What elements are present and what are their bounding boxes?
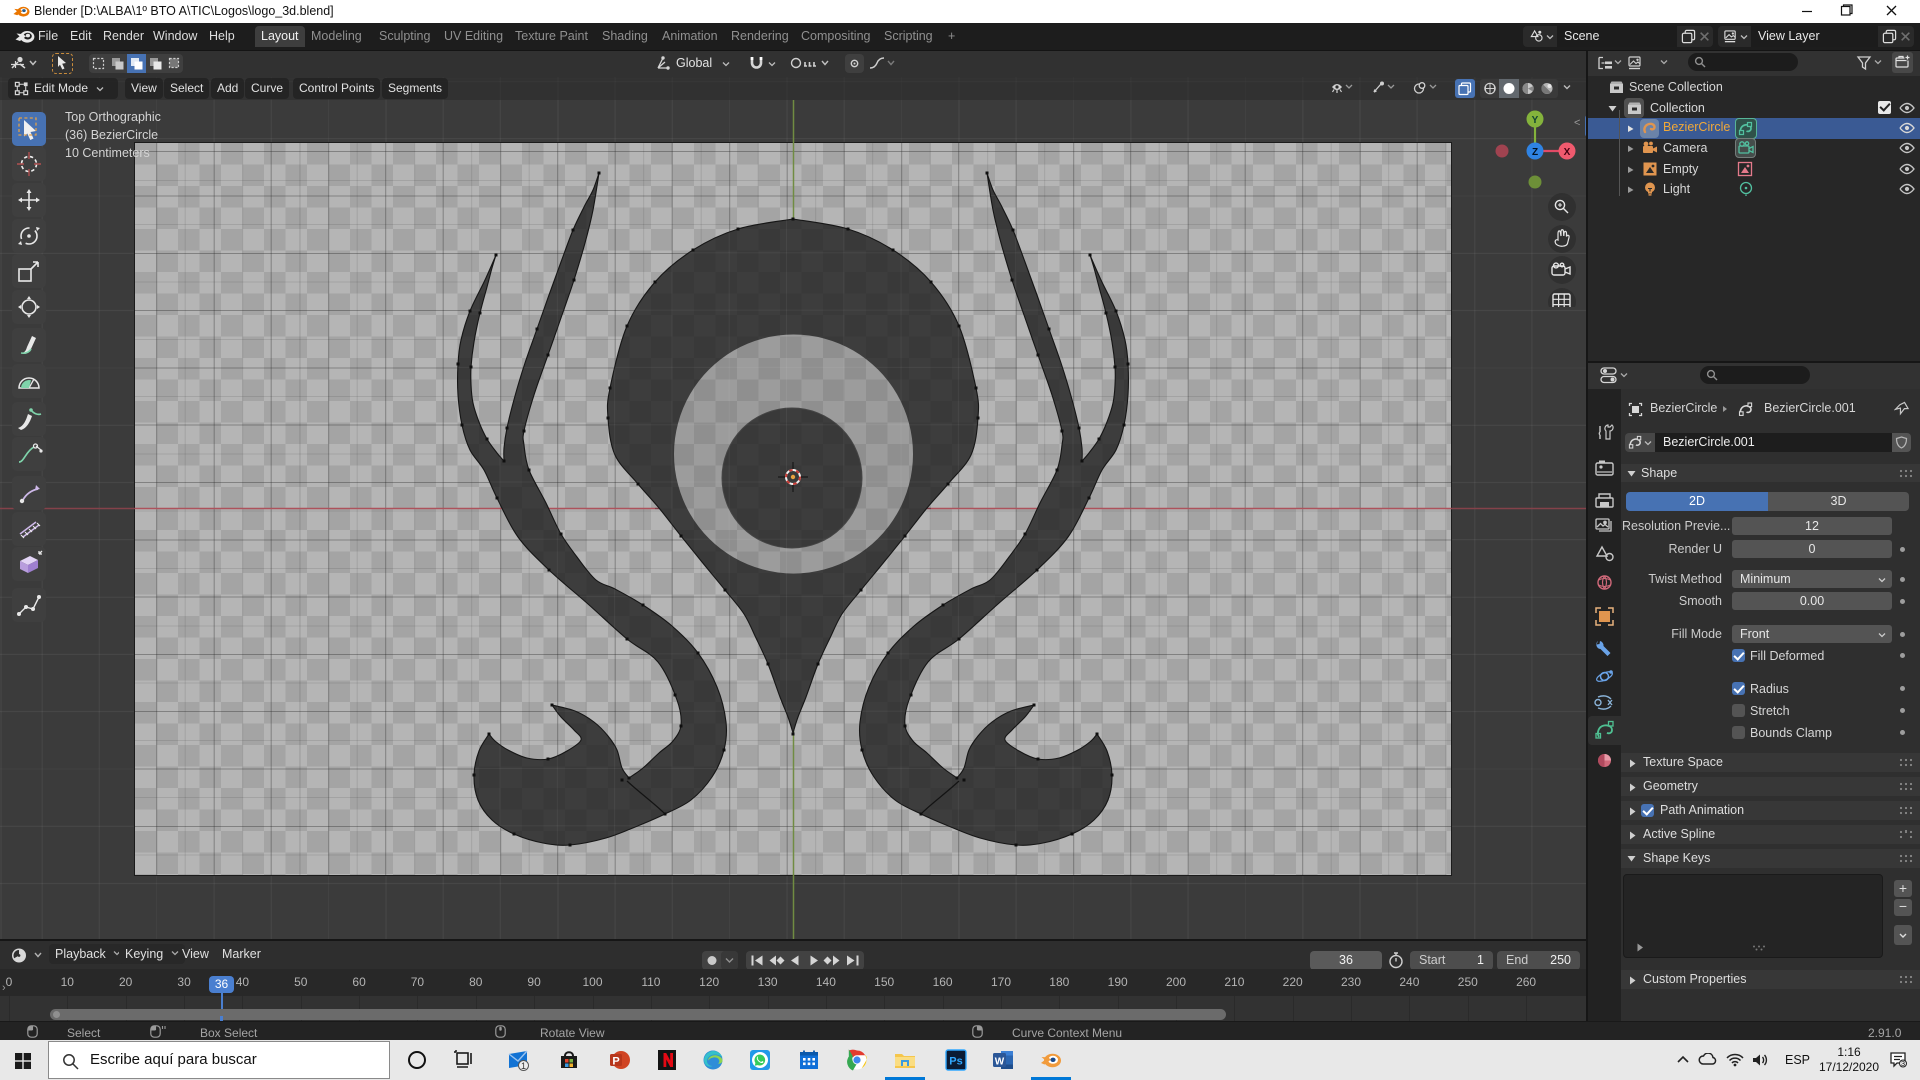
svg-text:3: 3 — [1901, 1059, 1905, 1068]
svg-text:Ps: Ps — [949, 1056, 962, 1068]
svg-text:X: X — [1564, 147, 1571, 158]
svg-text:Z: Z — [1532, 147, 1538, 158]
svg-text:P: P — [612, 1056, 619, 1068]
svg-text:Y: Y — [1532, 115, 1539, 126]
svg-text:W: W — [995, 1057, 1005, 1068]
svg-text:1: 1 — [521, 1061, 526, 1071]
